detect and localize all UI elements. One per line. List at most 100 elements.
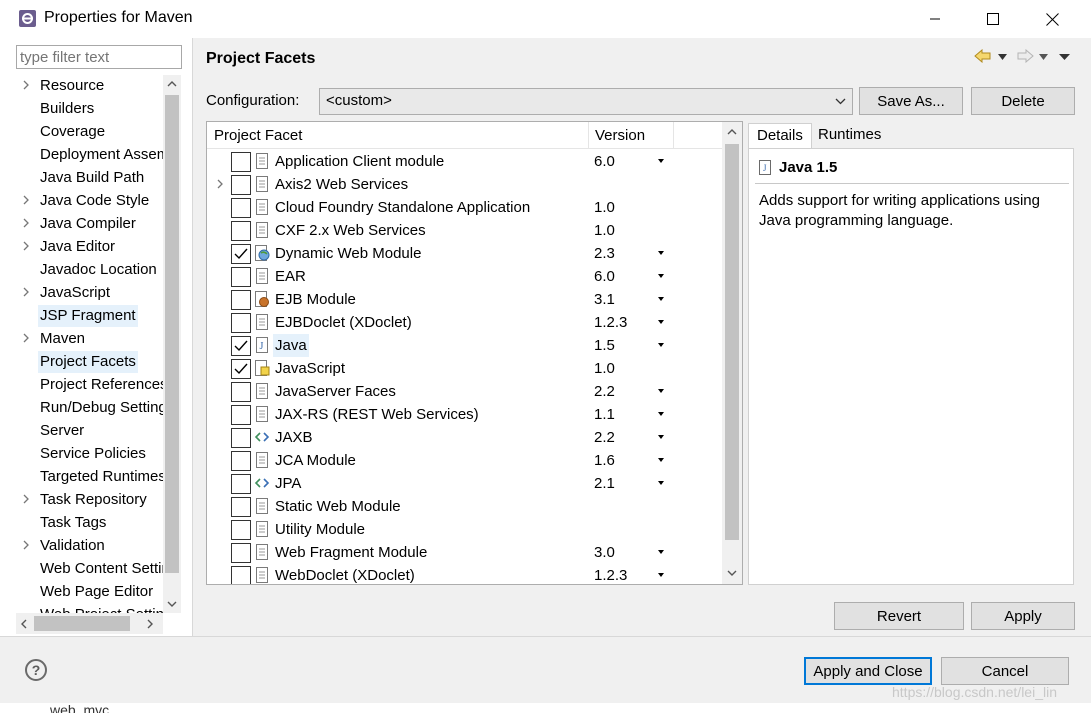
facet-checkbox[interactable] [231,152,251,172]
back-menu-chevron-icon[interactable] [998,54,1007,60]
expand-chevron-icon[interactable] [215,178,225,190]
facet-row[interactable]: Web Fragment Module 3.0 [207,541,725,564]
tab-runtimes[interactable]: Runtimes [810,123,889,148]
facet-version[interactable]: 6.0 [594,150,615,173]
scroll-left-icon[interactable] [20,619,28,629]
tree-item[interactable]: Web Project Settings [16,604,163,613]
facet-checkbox[interactable] [231,543,251,563]
tree-item[interactable]: Web Page Editor [16,581,163,603]
facets-vertical-scrollbar[interactable] [722,122,742,584]
facet-version[interactable]: 1.2.3 [594,564,627,584]
facet-checkbox[interactable] [231,474,251,494]
facet-checkbox[interactable] [231,359,251,379]
version-dropdown-icon[interactable] [658,412,664,416]
facet-version[interactable]: 2.3 [594,242,615,265]
tree-item[interactable]: Java Compiler [16,213,163,235]
version-dropdown-icon[interactable] [658,550,664,554]
facet-row[interactable]: Application Client module 6.0 [207,150,725,173]
expand-chevron-icon[interactable] [20,331,32,345]
facet-version[interactable]: 1.2.3 [594,311,627,334]
version-dropdown-icon[interactable] [658,251,664,255]
tree-vertical-scrollbar[interactable] [163,75,181,613]
save-as-button[interactable]: Save As... [859,87,963,115]
tree-item[interactable]: Targeted Runtimes [16,466,163,488]
facet-version[interactable]: 3.1 [594,288,615,311]
configuration-select[interactable]: <custom> [319,88,853,115]
scroll-right-icon[interactable] [146,619,154,629]
tree-item[interactable]: Builders [16,98,163,120]
facet-checkbox[interactable] [231,451,251,471]
tree-item[interactable]: Project References [16,374,163,396]
version-dropdown-icon[interactable] [658,389,664,393]
expand-chevron-icon[interactable] [20,78,32,92]
revert-button[interactable]: Revert [834,602,964,630]
tree-item[interactable]: JSP Fragment [16,305,163,327]
expand-chevron-icon[interactable] [20,538,32,552]
maximize-button[interactable] [963,0,1023,38]
filter-input[interactable] [16,45,182,69]
forward-menu-chevron-icon[interactable] [1039,54,1048,60]
column-header-facet[interactable]: Project Facet [214,127,302,144]
facet-version[interactable]: 1.6 [594,449,615,472]
cancel-button[interactable]: Cancel [941,657,1069,685]
facet-row[interactable]: Dynamic Web Module 2.3 [207,242,725,265]
facet-row[interactable]: JPA 2.1 [207,472,725,495]
tree-item[interactable]: Resource [16,75,163,97]
version-dropdown-icon[interactable] [658,343,664,347]
tree-item[interactable]: Run/Debug Settings [16,397,163,419]
facet-row[interactable]: EJBDoclet (XDoclet) 1.2.3 [207,311,725,334]
tree-item[interactable]: Java Editor [16,236,163,258]
facet-row[interactable]: JCA Module 1.6 [207,449,725,472]
title-bar[interactable]: Properties for Maven [0,0,1091,38]
facet-row[interactable]: Cloud Foundry Standalone Application 1.0 [207,196,725,219]
version-dropdown-icon[interactable] [658,274,664,278]
scroll-thumb[interactable] [165,95,179,573]
scroll-up-icon[interactable] [167,80,177,88]
apply-and-close-button[interactable]: Apply and Close [804,657,932,685]
version-dropdown-icon[interactable] [658,297,664,301]
facet-row[interactable]: Axis2 Web Services [207,173,725,196]
back-arrow-icon[interactable] [974,49,992,63]
tree-item[interactable]: Javadoc Location [16,259,163,281]
facet-version[interactable]: 2.2 [594,380,615,403]
tree-horizontal-scrollbar[interactable] [16,613,163,634]
tree-item[interactable]: Project Facets [16,351,163,373]
facet-row[interactable]: JavaScript 1.0 [207,357,725,380]
facet-checkbox[interactable] [231,290,251,310]
expand-chevron-icon[interactable] [20,216,32,230]
version-dropdown-icon[interactable] [658,573,664,577]
expand-chevron-icon[interactable] [20,193,32,207]
hscroll-thumb[interactable] [34,616,130,631]
facet-checkbox[interactable] [231,566,251,584]
tree-item[interactable]: Web Content Settings [16,558,163,580]
column-header-version[interactable]: Version [595,127,645,144]
version-dropdown-icon[interactable] [658,159,664,163]
expand-chevron-icon[interactable] [20,239,32,253]
facet-version[interactable]: 2.2 [594,426,615,449]
facet-checkbox[interactable] [231,198,251,218]
facet-checkbox[interactable] [231,313,251,333]
facet-checkbox[interactable] [231,267,251,287]
tree-item[interactable]: Coverage [16,121,163,143]
facet-version[interactable]: 1.5 [594,334,615,357]
tree-item[interactable]: Java Code Style [16,190,163,212]
facet-version[interactable]: 3.0 [594,541,615,564]
scroll-up-icon[interactable] [727,128,737,136]
scroll-down-icon[interactable] [727,569,737,577]
delete-button[interactable]: Delete [971,87,1075,115]
version-dropdown-icon[interactable] [658,481,664,485]
facet-row[interactable]: CXF 2.x Web Services 1.0 [207,219,725,242]
scroll-down-icon[interactable] [167,600,177,608]
facet-checkbox[interactable] [231,405,251,425]
minimize-button[interactable] [905,0,965,38]
facet-row[interactable]: EJB Module 3.1 [207,288,725,311]
version-dropdown-icon[interactable] [658,320,664,324]
facet-row[interactable]: J Java 1.5 [207,334,725,357]
facet-checkbox[interactable] [231,520,251,540]
expand-chevron-icon[interactable] [20,285,32,299]
facet-row[interactable]: Utility Module [207,518,725,541]
tree-item[interactable]: Maven [16,328,163,350]
expand-chevron-icon[interactable] [20,492,32,506]
version-dropdown-icon[interactable] [658,458,664,462]
tree-item[interactable]: Task Repository [16,489,163,511]
